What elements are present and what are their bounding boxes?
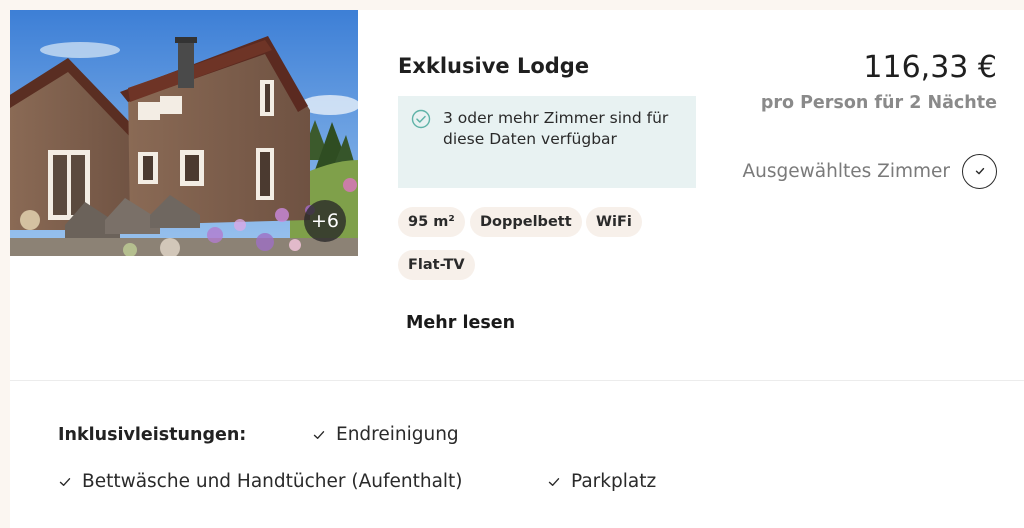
read-more-link[interactable]: Mehr lesen [406,313,515,333]
price-note: pro Person für 2 Nächte [760,93,997,113]
availability-text: 3 oder mehr Zimmer sind für diese Daten … [443,109,669,148]
inclusions-heading: Inklusivleistungen: [58,425,247,445]
feature-tag: WiFi [586,207,642,237]
section-divider [10,380,1024,381]
inclusion-item: Parkplatz [547,471,656,492]
feature-tag: Flat-TV [398,250,475,280]
price: 116,33 € [863,50,997,85]
room-title: Exklusive Lodge [398,54,590,78]
inclusion-item: Bettwäsche und Handtücher (Aufenthalt) [58,471,463,492]
availability-notice: 3 oder mehr Zimmer sind für diese Daten … [398,96,696,188]
check-icon [58,475,72,489]
more-photos-badge[interactable]: +6 [304,200,346,242]
inclusion-label: Bettwäsche und Handtücher (Aufenthalt) [82,471,463,492]
check-icon [312,428,326,442]
room-card: +6 Exklusive Lodge 3 oder mehr Zimmer si… [10,10,1024,528]
feature-tag: 95 m² [398,207,465,237]
inclusion-label: Parkplatz [571,471,657,492]
selected-room-toggle[interactable]: Ausgewähltes Zimmer [743,153,997,189]
inclusion-label: Endreinigung [336,424,459,445]
feature-tag: Doppelbett [470,207,582,237]
check-icon [547,475,561,489]
check-circle-icon [411,109,431,133]
check-icon[interactable] [962,153,997,189]
inclusion-item: Endreinigung [312,424,459,445]
selected-room-label: Ausgewähltes Zimmer [742,160,950,182]
room-photo[interactable]: +6 [10,10,358,256]
